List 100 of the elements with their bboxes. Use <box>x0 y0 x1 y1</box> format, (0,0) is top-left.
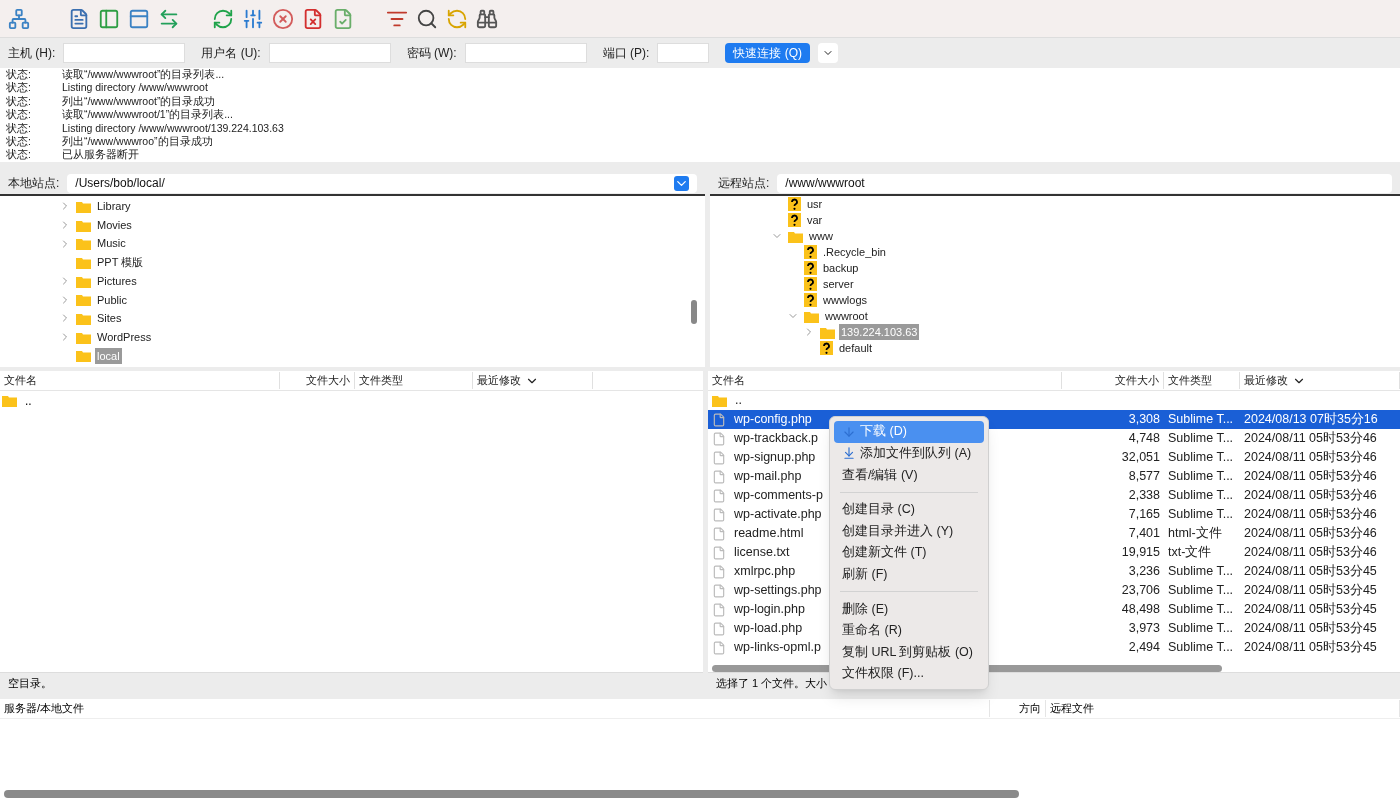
file-type: html-文件 <box>1167 525 1223 543</box>
log-label: 状态: <box>6 81 32 95</box>
input-field[interactable] <box>657 43 710 63</box>
tree-item[interactable]: usr <box>805 196 825 213</box>
file-icon <box>712 488 726 503</box>
input-field[interactable] <box>268 43 391 63</box>
column-header[interactable]: 服务器/本地文件 <box>4 702 85 715</box>
column-header[interactable]: 文件大小 <box>1115 372 1159 389</box>
tree-item[interactable]: Movies <box>95 216 134 234</box>
sync-icon[interactable] <box>446 7 468 30</box>
file-size: 3,236 <box>1127 563 1161 581</box>
menu-item[interactable]: 创建新文件 (T) <box>834 541 984 564</box>
input-field[interactable] <box>464 43 587 63</box>
quickconnect-button[interactable]: 快速连接 (Q) <box>725 43 810 63</box>
text-file-icon[interactable] <box>68 7 90 30</box>
tree-item[interactable]: server <box>821 275 856 293</box>
tree-item[interactable]: Library <box>95 198 133 215</box>
field-label: 用户名 (U): <box>201 45 261 62</box>
tree-item[interactable]: WordPress <box>95 328 154 346</box>
column-header[interactable]: 最近修改 <box>1244 372 1288 389</box>
column-header[interactable]: 文件名 <box>4 372 37 389</box>
folder-icon <box>76 349 91 363</box>
tree-item[interactable]: Sites <box>95 310 124 327</box>
log-message: 列出“/www/wwwroot”的目录成功 <box>62 94 216 109</box>
file-name[interactable]: wp-config.php <box>734 410 812 429</box>
log-label: 状态: <box>6 121 32 136</box>
file-modified: 2024/08/11 05时53分46 <box>1243 487 1377 505</box>
menu-item[interactable]: 创建目录并进入 (Y) <box>834 520 984 542</box>
network-icon[interactable] <box>8 7 30 30</box>
file-name[interactable]: readme.html <box>734 524 804 543</box>
file-name[interactable]: wp-activate.php <box>734 505 822 524</box>
tree-item[interactable]: Public <box>95 291 129 309</box>
file-type: Sublime T... <box>1167 601 1235 619</box>
file-x-icon[interactable] <box>302 7 324 30</box>
scrollbar-thumb[interactable] <box>691 300 697 324</box>
file-name[interactable]: .. <box>25 391 32 410</box>
file-name[interactable]: license.txt <box>734 543 790 562</box>
file-size: 32,051 <box>1120 449 1161 467</box>
question-folder-icon <box>804 277 817 291</box>
path-field[interactable]: /www/wwwroot <box>777 173 1392 193</box>
menu-item[interactable]: 刷新 (F) <box>834 563 984 586</box>
tree-item[interactable]: var <box>805 211 825 229</box>
file-size: 48,498 <box>1120 601 1161 619</box>
menu-item[interactable]: 文件权限 (F)... <box>834 662 984 685</box>
menu-item[interactable]: 创建目录 (C) <box>834 498 984 521</box>
file-name[interactable]: wp-signup.php <box>734 448 816 467</box>
column-header[interactable]: 文件类型 <box>1168 372 1212 389</box>
file-icon <box>712 431 726 446</box>
panel-icon[interactable] <box>128 7 150 30</box>
menu-item[interactable]: 添加文件到队列 (A) <box>834 442 984 465</box>
scrollbar-thumb[interactable] <box>4 790 1019 798</box>
menu-item[interactable]: 重命名 (R) <box>834 619 984 642</box>
panel-icon[interactable] <box>98 7 120 30</box>
file-check-icon[interactable] <box>332 7 354 30</box>
file-size: 3,308 <box>1127 411 1161 429</box>
file-name[interactable]: wp-load.php <box>734 619 803 638</box>
file-modified: 2024/08/11 05时53分46 <box>1243 506 1377 524</box>
dropdown-chevron-icon[interactable] <box>674 175 689 191</box>
tree-item[interactable]: PPT 模版 <box>95 254 146 271</box>
file-name[interactable]: xmlrpc.php <box>734 562 796 581</box>
tree-item[interactable]: Pictures <box>95 272 139 290</box>
cancel-icon[interactable] <box>272 7 294 30</box>
site-label: 远程站点: <box>718 175 770 192</box>
column-header[interactable]: 文件名 <box>712 372 745 389</box>
column-header[interactable]: 远程文件 <box>1050 702 1094 715</box>
tree-item[interactable]: default <box>837 339 875 357</box>
dropdown-button[interactable] <box>818 43 838 63</box>
file-name[interactable]: wp-settings.php <box>734 581 822 600</box>
tree-item[interactable]: wwwlogs <box>821 291 869 309</box>
file-name[interactable]: wp-mail.php <box>734 467 802 486</box>
tree-item[interactable]: .Recycle_bin <box>821 243 888 261</box>
column-header[interactable]: 文件类型 <box>359 372 403 389</box>
file-name[interactable]: .. <box>735 391 742 410</box>
arrows-icon[interactable] <box>158 7 180 30</box>
file-modified: 2024/08/11 05时53分46 <box>1243 430 1377 448</box>
log-label: 状态: <box>6 94 32 109</box>
path-field[interactable]: /Users/bob/local/ <box>67 173 697 193</box>
file-name[interactable]: wp-login.php <box>734 600 805 619</box>
status-text: 选择了 1 个文件。大小 <box>716 676 828 692</box>
search-icon[interactable] <box>416 7 438 30</box>
menu-item[interactable]: 查看/编辑 (V) <box>834 464 984 486</box>
file-name[interactable]: wp-links-opml.p <box>734 638 821 657</box>
column-header[interactable]: 最近修改 <box>477 372 521 389</box>
file-name[interactable]: wp-comments-p <box>734 486 823 505</box>
refresh-icon[interactable] <box>212 7 234 30</box>
column-header[interactable]: 文件大小 <box>306 372 350 389</box>
menu-item[interactable]: 删除 (E) <box>834 598 984 620</box>
file-modified: 2024/08/11 05时53分46 <box>1243 449 1377 467</box>
menu-item[interactable]: 复制 URL 到剪贴板 (O) <box>834 641 984 663</box>
tree-item[interactable]: www <box>807 227 835 245</box>
file-size: 2,494 <box>1127 639 1161 657</box>
tree-item[interactable]: Music <box>95 235 128 252</box>
file-name[interactable]: wp-trackback.p <box>734 429 819 448</box>
tree-item[interactable]: wwwroot <box>823 307 870 325</box>
column-header[interactable]: 方向 <box>1019 702 1041 715</box>
tree-item[interactable]: backup <box>821 259 861 277</box>
binoculars-icon[interactable] <box>476 7 498 30</box>
log-label: 状态: <box>6 148 32 162</box>
input-field[interactable] <box>63 43 186 63</box>
sliders-icon[interactable] <box>242 7 264 30</box>
